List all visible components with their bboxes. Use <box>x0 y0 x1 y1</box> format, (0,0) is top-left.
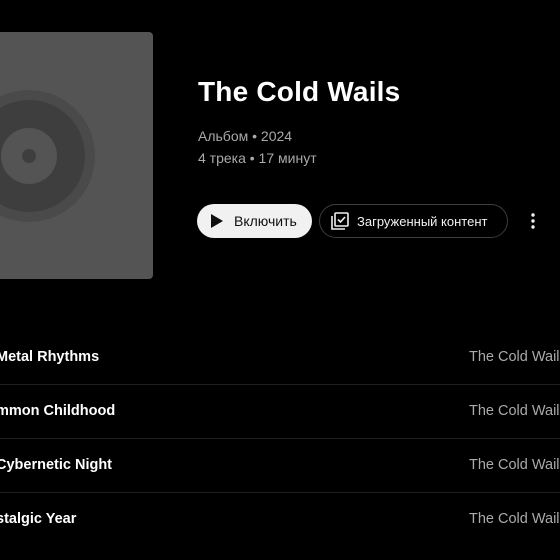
track-artist[interactable]: The Cold Wails <box>469 457 560 473</box>
track-artist[interactable]: The Cold Wails <box>469 511 560 527</box>
play-button-label: Включить <box>234 213 297 229</box>
track-row[interactable]: Cybernetic Night The Cold Wails <box>0 439 560 493</box>
track-row[interactable]: stalgic Year The Cold Wails <box>0 493 560 546</box>
track-title[interactable]: Cybernetic Night <box>0 457 112 473</box>
track-list: Metal Rhythms The Cold Wails mmon Childh… <box>0 331 560 546</box>
track-row[interactable]: mmon Childhood The Cold Wails <box>0 385 560 439</box>
track-title[interactable]: mmon Childhood <box>0 403 115 419</box>
track-row[interactable]: Metal Rhythms The Cold Wails <box>0 331 560 385</box>
downloaded-content-button[interactable]: Загруженный контент <box>319 204 508 238</box>
downloaded-content-label: Загруженный контент <box>357 213 488 229</box>
more-vertical-icon <box>531 213 535 229</box>
album-cover <box>0 32 153 279</box>
album-type-year: Альбом • 2024 <box>198 128 293 144</box>
track-artist[interactable]: The Cold Wails <box>469 349 560 365</box>
track-artist[interactable]: The Cold Wails <box>469 403 560 419</box>
vinyl-record-icon <box>0 90 95 222</box>
play-icon <box>211 214 223 228</box>
play-button[interactable]: Включить <box>197 204 312 238</box>
album-track-count-duration: 4 трека • 17 минут <box>198 150 317 166</box>
track-title[interactable]: stalgic Year <box>0 511 76 527</box>
track-title[interactable]: Metal Rhythms <box>0 349 99 365</box>
album-title: The Cold Wails <box>198 76 401 107</box>
more-options-button[interactable] <box>520 207 546 235</box>
library-check-icon <box>331 212 349 230</box>
